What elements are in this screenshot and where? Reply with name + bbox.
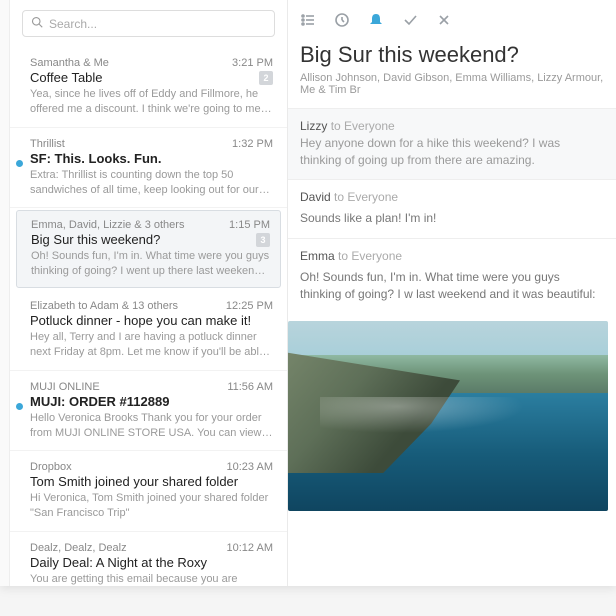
email-subject: Tom Smith joined your shared folder bbox=[30, 474, 238, 489]
email-item[interactable]: Thrillist 1:32 PM SF: This. Looks. Fun. Ext… bbox=[10, 128, 287, 209]
thread-messages: Lizzy to EveryoneHey anyone down for a h… bbox=[288, 108, 616, 586]
message-image[interactable] bbox=[288, 321, 608, 511]
message-from: Lizzy bbox=[300, 119, 331, 133]
email-subject: Coffee Table bbox=[30, 70, 103, 85]
email-item[interactable]: Emma, David, Lizzie & 3 others 1:15 PM Big… bbox=[16, 210, 281, 288]
email-time: 1:32 PM bbox=[232, 138, 273, 150]
email-preview: You are getting this email because you a… bbox=[30, 572, 273, 586]
content-pane: Big Sur this weekend? Allison Johnson, D… bbox=[288, 0, 616, 586]
email-time: 1:15 PM bbox=[229, 219, 270, 231]
email-subject: Potluck dinner - hope you can make it! bbox=[30, 313, 251, 328]
email-from: Dropbox bbox=[30, 461, 72, 473]
email-item[interactable]: Dropbox 10:23 AMTom Smith joined your sha… bbox=[10, 451, 287, 532]
email-time: 12:25 PM bbox=[226, 300, 273, 312]
search-wrap bbox=[10, 0, 287, 47]
sidebar-stub bbox=[0, 0, 10, 586]
snooze-icon[interactable] bbox=[334, 12, 350, 28]
email-time: 3:21 PM bbox=[232, 57, 273, 69]
email-preview: Hello Veronica Brooks Thank you for your… bbox=[30, 411, 273, 441]
message[interactable]: Emma to EveryoneOh! Sounds fun, I'm in. … bbox=[288, 238, 616, 511]
email-subject: MUJI: ORDER #112889 bbox=[30, 394, 169, 409]
message-body: Oh! Sounds fun, I'm in. What time were y… bbox=[288, 269, 616, 315]
message-body: Sounds like a plan! I'm in! bbox=[288, 210, 616, 239]
email-from: MUJI ONLINE bbox=[30, 381, 100, 393]
email-list-pane: Samantha & Me 3:21 PM Coffee Table 2 Yea, si… bbox=[10, 0, 288, 586]
thread-participants: Allison Johnson, David Gibson, Emma Will… bbox=[300, 72, 604, 96]
message-from: David bbox=[300, 190, 334, 204]
done-icon[interactable] bbox=[402, 12, 418, 28]
app-window: Samantha & Me 3:21 PM Coffee Table 2 Yea, si… bbox=[0, 0, 616, 586]
search-box[interactable] bbox=[22, 10, 275, 37]
list-view-icon[interactable] bbox=[300, 12, 316, 28]
email-list[interactable]: Samantha & Me 3:21 PM Coffee Table 2 Yea, si… bbox=[10, 47, 287, 586]
email-from: Elizabeth to Adam & 13 others bbox=[30, 300, 178, 312]
email-item[interactable]: MUJI ONLINE 11:56 AM MUJI: ORDER #112889 He… bbox=[10, 371, 287, 452]
message-to: to Everyone bbox=[331, 119, 395, 133]
message[interactable]: Lizzy to EveryoneHey anyone down for a h… bbox=[288, 108, 616, 179]
close-icon[interactable] bbox=[436, 12, 452, 28]
notify-icon[interactable] bbox=[368, 12, 384, 28]
email-subject: Big Sur this weekend? bbox=[31, 232, 160, 247]
message-to: to Everyone bbox=[338, 249, 402, 263]
unread-dot-icon bbox=[16, 160, 23, 167]
email-time: 11:56 AM bbox=[227, 381, 273, 393]
email-subject: Daily Deal: A Night at the Roxy bbox=[30, 555, 207, 570]
message-header: Lizzy to Everyone bbox=[288, 109, 616, 135]
email-from: Thrillist bbox=[30, 138, 65, 150]
email-from: Emma, David, Lizzie & 3 others bbox=[31, 219, 184, 231]
search-input[interactable] bbox=[49, 17, 266, 31]
thread-title: Big Sur this weekend? bbox=[300, 42, 604, 68]
toolbar bbox=[288, 0, 616, 34]
email-preview: Hey all, Terry and I are having a potluc… bbox=[30, 330, 273, 360]
search-icon bbox=[31, 16, 49, 31]
email-item[interactable]: Elizabeth to Adam & 13 others 12:25 PMPot… bbox=[10, 290, 287, 371]
email-preview: Yea, since he lives off of Eddy and Fill… bbox=[30, 87, 273, 117]
message-from: Emma bbox=[300, 249, 338, 263]
message-to: to Everyone bbox=[334, 190, 398, 204]
count-badge: 3 bbox=[256, 233, 270, 247]
count-badge: 2 bbox=[259, 71, 273, 85]
message[interactable]: David to EveryoneSounds like a plan! I'm… bbox=[288, 179, 616, 239]
message-body: Hey anyone down for a hike this weekend?… bbox=[288, 135, 616, 179]
unread-dot-icon bbox=[16, 403, 23, 410]
message-header: David to Everyone bbox=[288, 180, 616, 210]
email-subject: SF: This. Looks. Fun. bbox=[30, 151, 161, 166]
email-item[interactable]: Dealz, Dealz, Dealz 10:12 AM Daily Deal: A… bbox=[10, 532, 287, 586]
email-preview: Extra: Thrillist is counting down the to… bbox=[30, 168, 273, 198]
email-time: 10:23 AM bbox=[227, 461, 273, 473]
email-preview: Oh! Sounds fun, I'm in. What time were y… bbox=[31, 249, 270, 279]
email-from: Dealz, Dealz, Dealz bbox=[30, 542, 127, 554]
email-from: Samantha & Me bbox=[30, 57, 109, 69]
email-preview: Hi Veronica, Tom Smith joined your share… bbox=[30, 491, 273, 521]
thread-header: Big Sur this weekend? Allison Johnson, D… bbox=[288, 34, 616, 108]
message-header: Emma to Everyone bbox=[288, 239, 616, 269]
email-time: 10:12 AM bbox=[227, 542, 273, 554]
email-item[interactable]: Samantha & Me 3:21 PM Coffee Table 2 Yea, si… bbox=[10, 47, 287, 128]
